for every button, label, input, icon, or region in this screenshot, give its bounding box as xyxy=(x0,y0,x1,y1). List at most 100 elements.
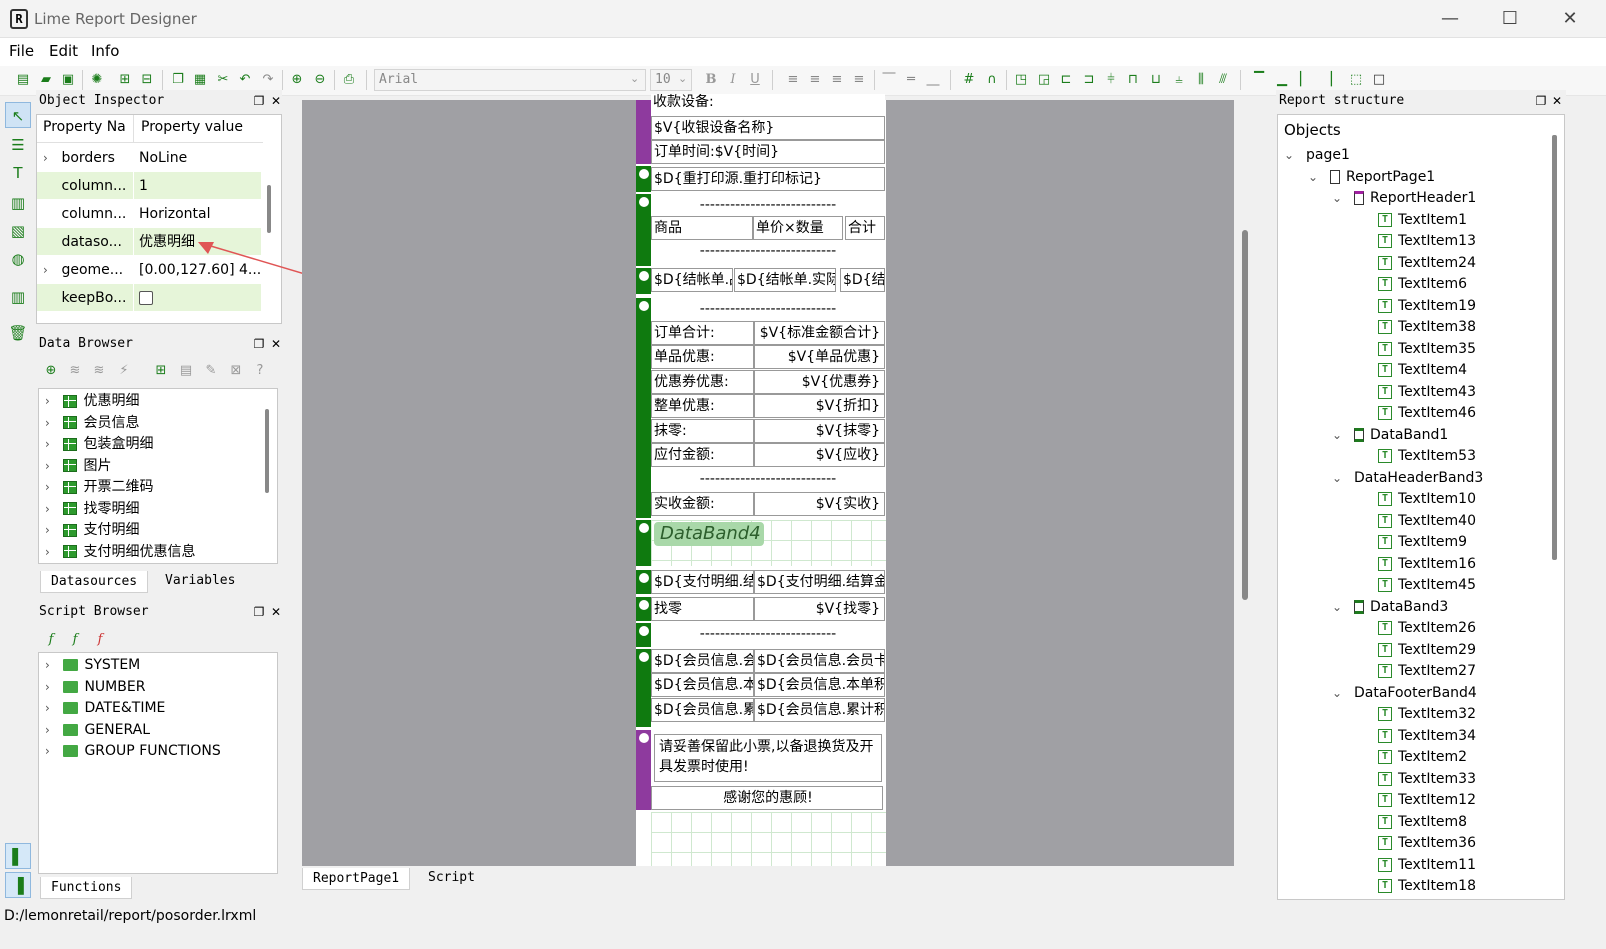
structure-node[interactable]: T TextItem6 xyxy=(1378,274,1467,295)
open-report-icon[interactable]: ▰ xyxy=(37,71,55,89)
chevron-right-icon[interactable]: › xyxy=(45,413,59,434)
bring-front-icon[interactable]: ◳ xyxy=(1012,71,1030,89)
report-text[interactable]: $D{支付明细.结算方 xyxy=(651,570,754,594)
footer-thanks-text[interactable]: 感谢您的惠顾! xyxy=(651,786,883,810)
band-handle-icon[interactable] xyxy=(639,573,649,583)
chevron-down-icon[interactable]: ⌄ xyxy=(1332,188,1354,209)
report-text[interactable]: $D{结帐单.品名} xyxy=(651,268,733,292)
report-text[interactable]: $D{结帐单.实际单价}× xyxy=(734,268,836,292)
property-value[interactable]: Horizontal xyxy=(139,200,263,228)
same-height-icon[interactable]: ⫻ xyxy=(1214,71,1232,89)
report-text[interactable]: $V{折扣} xyxy=(754,394,885,418)
tab-reportpage1[interactable]: ReportPage1 xyxy=(302,868,411,890)
close-icon[interactable]: ✕ xyxy=(1549,93,1565,109)
report-text[interactable]: $D{会员信息.本单积分 xyxy=(754,673,885,697)
align-bottoms-icon[interactable]: ⊔ xyxy=(1147,71,1165,89)
structure-node[interactable]: T TextItem53 xyxy=(1378,446,1476,467)
valign-center-icon[interactable]: ═ xyxy=(902,71,920,89)
structure-node[interactable]: T TextItem2 xyxy=(1378,747,1467,768)
underline-icon[interactable]: U xyxy=(746,71,764,89)
scrollbar-thumb[interactable] xyxy=(1552,135,1557,560)
chevron-right-icon[interactable]: › xyxy=(45,520,59,541)
select-tool-icon[interactable]: ↖ xyxy=(5,102,31,128)
shape-icon[interactable]: ◍ xyxy=(5,246,31,272)
separator-line[interactable]: --------------------------- xyxy=(651,623,885,645)
align-rights-icon[interactable]: ⊐ xyxy=(1080,71,1098,89)
chevron-right-icon[interactable]: › xyxy=(45,720,59,741)
databand1-strip[interactable] xyxy=(636,166,651,192)
zoom-in-icon[interactable]: ⊕ xyxy=(288,71,306,89)
report-text[interactable]: $V{优惠券} xyxy=(754,370,885,394)
datasource-item[interactable]: › 包装盒明细 xyxy=(45,434,153,455)
chevron-right-icon[interactable]: › xyxy=(45,677,59,698)
close-icon[interactable]: ✕ xyxy=(268,336,284,352)
chevron-down-icon[interactable]: ⌄ xyxy=(1284,145,1306,166)
bold-icon[interactable]: B xyxy=(702,71,720,89)
structure-node[interactable]: T TextItem13 xyxy=(1378,231,1476,252)
report-text[interactable]: $D{会员信息.会员卡号 xyxy=(754,649,885,673)
add-datasource-icon[interactable]: ⊞ xyxy=(152,362,170,380)
structure-node[interactable]: ⌄ ReportHeader1 xyxy=(1332,188,1476,209)
structure-node[interactable]: T TextItem32 xyxy=(1378,704,1476,725)
report-text[interactable]: $V{找零} xyxy=(754,597,885,621)
structure-node[interactable]: T TextItem43 xyxy=(1378,382,1476,403)
report-footer-band-strip[interactable] xyxy=(636,730,651,810)
settings-icon[interactable]: ✺ xyxy=(88,71,106,89)
report-text[interactable]: $V{单品优惠} xyxy=(754,345,885,369)
separator-line[interactable]: --------------------------- xyxy=(651,240,885,262)
structure-node[interactable]: T TextItem40 xyxy=(1378,511,1476,532)
separator-line[interactable]: --------------------------- xyxy=(651,468,885,490)
structure-node[interactable]: T TextItem10 xyxy=(1378,489,1476,510)
chevron-right-icon[interactable]: › xyxy=(45,698,59,719)
databand3-strip[interactable] xyxy=(636,268,651,294)
structure-node[interactable]: T TextItem34 xyxy=(1378,726,1476,747)
float-icon[interactable]: ❐ xyxy=(1533,93,1549,109)
delete-connection-icon[interactable]: ≋ xyxy=(90,362,108,380)
data-header-band-strip[interactable] xyxy=(636,194,651,266)
grid-icon[interactable]: # xyxy=(960,71,978,89)
align-lefts-icon[interactable]: ⊏ xyxy=(1057,71,1075,89)
edit-datasource-icon[interactable]: ✎ xyxy=(202,362,220,380)
report-text[interactable]: 订单时间:$V{时间} xyxy=(651,140,885,164)
horizontal-layout-icon[interactable]: ▥ xyxy=(5,284,31,310)
separator-band-strip[interactable] xyxy=(636,623,651,647)
report-header-band-strip[interactable] xyxy=(636,100,651,164)
structure-node[interactable]: T TextItem36 xyxy=(1378,833,1476,854)
databand4-label[interactable]: DataBand4 xyxy=(654,522,764,546)
structure-node[interactable]: T TextItem19 xyxy=(1378,296,1476,317)
close-icon[interactable]: ✕ xyxy=(268,604,284,620)
report-text[interactable]: 收款设备: xyxy=(651,94,885,114)
structure-node[interactable]: T TextItem38 xyxy=(1378,317,1476,338)
redo-icon[interactable]: ↷ xyxy=(259,71,277,89)
border-top-icon[interactable]: ▔ xyxy=(1250,71,1268,89)
datasource-item[interactable]: › 优惠明细 xyxy=(45,391,139,412)
function-group-item[interactable]: › GROUP FUNCTIONS xyxy=(45,741,221,762)
no-border-icon[interactable]: ⬚ xyxy=(1347,71,1365,89)
change-band-strip[interactable] xyxy=(636,597,651,621)
structure-node[interactable]: T TextItem35 xyxy=(1378,339,1476,360)
report-text[interactable]: $D{会员信息.累计积分 xyxy=(651,698,754,722)
align-left-icon[interactable]: ≡ xyxy=(784,71,802,89)
close-button[interactable]: ✕ xyxy=(1540,0,1600,38)
band-handle-icon[interactable] xyxy=(639,600,649,610)
menu-info[interactable]: Info xyxy=(91,42,119,60)
align-justify-icon[interactable]: ≡ xyxy=(850,71,868,89)
column-header-name[interactable]: Property Na xyxy=(43,119,126,135)
report-text[interactable]: $D{会员信息.累计积分 xyxy=(754,698,885,722)
chevron-right-icon[interactable]: › xyxy=(45,391,59,412)
delete-function-icon[interactable]: f xyxy=(91,631,109,649)
report-text[interactable]: 整单优惠: xyxy=(651,394,754,418)
barcode-icon[interactable]: ▥ xyxy=(5,190,31,216)
structure-node[interactable]: T TextItem27 xyxy=(1378,661,1476,682)
member-band-strip[interactable] xyxy=(636,649,651,727)
datasource-item[interactable]: › 开票二维码 xyxy=(45,477,153,498)
tab-variables[interactable]: Variables xyxy=(155,570,245,592)
column-header-value[interactable]: Property value xyxy=(141,119,243,135)
add-page-icon[interactable]: ⊞ xyxy=(116,71,134,89)
structure-node[interactable]: T TextItem16 xyxy=(1378,554,1476,575)
structure-node[interactable]: ⌄ page1 xyxy=(1284,145,1350,166)
report-text[interactable]: $D{会员信息.会员卡号 xyxy=(651,649,754,673)
delete-page-icon[interactable]: ⊟ xyxy=(138,71,156,89)
float-icon[interactable]: ❐ xyxy=(251,604,267,620)
valign-top-icon[interactable]: ⎺ xyxy=(880,71,898,89)
